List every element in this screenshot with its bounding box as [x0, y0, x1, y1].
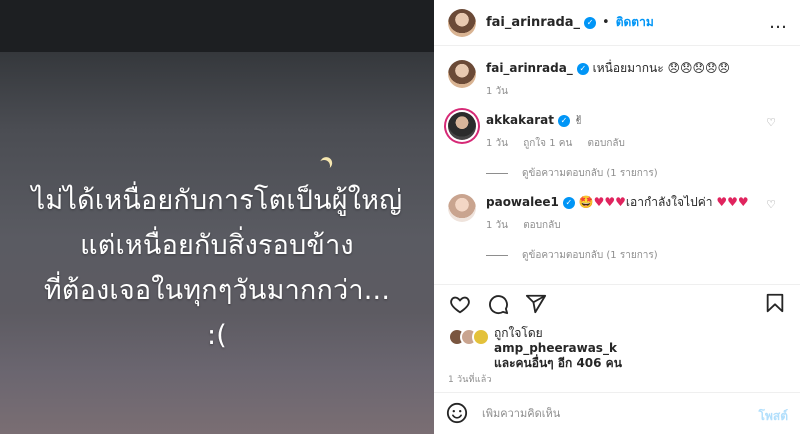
comments-list[interactable]: fai_arinrada_ ✓ เหนื่อยมากนะ 😞😞😞😞😞 1 วัน …: [434, 46, 800, 284]
commenter-username[interactable]: paowalee1: [486, 195, 559, 209]
post-timestamp[interactable]: 1 วันที่แล้ว: [448, 372, 492, 386]
follow-button[interactable]: ติดตาม: [616, 13, 654, 32]
post-photo[interactable]: ไม่ได้เหนื่อยกับการโตเป็นผู้ใหญ่ แต่เหนื…: [0, 0, 434, 434]
header-separator: •: [602, 15, 610, 30]
comment-text-prefix: 🤩♥♥♥: [578, 195, 626, 209]
comment-icon[interactable]: [486, 292, 510, 316]
view-replies-button[interactable]: ดูข้อความตอบกลับ (1 รายการ): [486, 248, 658, 263]
author-avatar[interactable]: [448, 8, 476, 37]
comment-text-suffix: ♥♥♥: [716, 195, 749, 209]
caption-line: ที่ต้องเจอในทุกๆวันมากกว่า...: [43, 275, 391, 306]
comment-composer: โพสต์: [434, 392, 800, 434]
view-replies-label: ดูข้อความตอบกลับ (1 รายการ): [522, 250, 658, 261]
post-comment-button[interactable]: โพสต์: [759, 407, 788, 426]
reply-button[interactable]: ตอบกลับ: [587, 138, 624, 149]
likes-prefix: ถูกใจโดย: [494, 326, 543, 340]
action-bar: [448, 292, 562, 316]
author-username[interactable]: fai_arinrada_: [486, 15, 580, 30]
replies-line: [486, 255, 508, 256]
comment-likes[interactable]: ถูกใจ 1 คน: [523, 138, 572, 149]
commenter-avatar[interactable]: [448, 60, 476, 88]
section-divider: [434, 284, 800, 285]
commenter-avatar[interactable]: [448, 112, 476, 140]
comment-like-icon[interactable]: ♡: [766, 116, 776, 129]
comment-time: 1 วัน: [486, 86, 508, 97]
caption-line: แต่เหนื่อยกับสิ่งรอบข้าง: [80, 230, 354, 261]
comment-text: เอากำลังใจไปค่า: [625, 195, 713, 209]
comment-text: ✌: [573, 113, 584, 127]
verified-icon: ✓: [576, 62, 589, 75]
photo-top-band: [0, 0, 434, 52]
commenter-username[interactable]: fai_arinrada_: [486, 61, 573, 75]
post-side-panel: fai_arinrada_ ✓ • ติดตาม … fai_arinrada_…: [434, 0, 800, 434]
commenter-username[interactable]: akkakarat: [486, 113, 554, 127]
post-header: fai_arinrada_ ✓ • ติดตาม …: [434, 0, 800, 46]
liker-avatar: [472, 328, 490, 346]
save-icon[interactable]: [764, 292, 788, 316]
view-replies-label: ดูข้อความตอบกลับ (1 รายการ): [522, 168, 658, 179]
replies-line: [486, 173, 508, 174]
view-replies-button[interactable]: ดูข้อความตอบกลับ (1 รายการ): [486, 166, 658, 181]
verified-icon: ✓: [558, 114, 570, 127]
photo-caption: ไม่ได้เหนื่อยกับการโตเป็นผู้ใหญ่ แต่เหนื…: [0, 178, 434, 358]
comment-item: paowalee1 ✓ 🤩♥♥♥เอากำลังใจไปค่า ♥♥♥ 1 วัน…: [448, 194, 788, 233]
likers-avatars[interactable]: [448, 326, 492, 350]
comment-time: 1 วัน: [486, 138, 508, 149]
comment-text: เหนื่อยมากนะ 😞😞😞😞😞: [592, 61, 731, 75]
verified-icon: ✓: [584, 16, 597, 29]
verified-icon: ✓: [562, 196, 575, 209]
comment-like-icon[interactable]: ♡: [766, 198, 776, 211]
liker-username[interactable]: amp_pheerawas_k: [494, 341, 617, 355]
comment-item: fai_arinrada_ ✓ เหนื่อยมากนะ 😞😞😞😞😞 1 วัน: [448, 60, 788, 99]
heart-icon[interactable]: [448, 292, 472, 316]
comment-item: akkakarat ✓ ✌ 1 วัน ถูกใจ 1 คน ตอบกลับ ♡: [448, 112, 788, 151]
comment-time: 1 วัน: [486, 220, 508, 231]
moon-crescent: [316, 158, 331, 173]
emoji-icon[interactable]: [446, 402, 470, 426]
commenter-avatar[interactable]: [448, 194, 476, 222]
share-icon[interactable]: [524, 292, 548, 316]
likes-summary: ถูกใจโดย amp_pheerawas_k และคนอื่นๆ อีก …: [448, 326, 622, 371]
likes-others[interactable]: และคนอื่นๆ อีก 406 คน: [494, 356, 622, 370]
comment-input[interactable]: [482, 407, 712, 420]
more-options-icon[interactable]: …: [769, 12, 788, 33]
caption-line: :(: [206, 320, 228, 351]
reply-button[interactable]: ตอบกลับ: [523, 220, 560, 231]
caption-line: ไม่ได้เหนื่อยกับการโตเป็นผู้ใหญ่: [31, 185, 403, 216]
